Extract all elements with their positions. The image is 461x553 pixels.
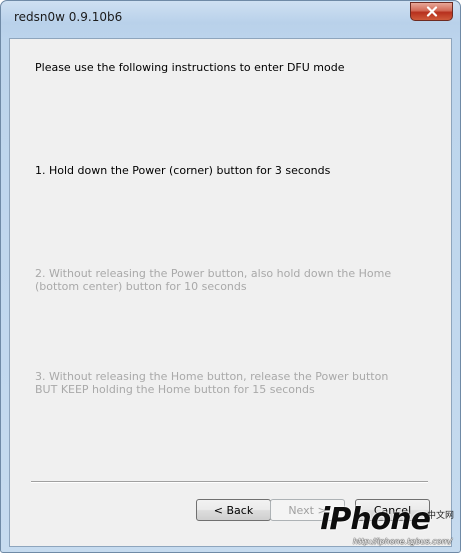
wizard-content-area: Please use the following instructions to… — [9, 38, 452, 547]
close-button[interactable] — [410, 2, 453, 21]
close-icon — [426, 6, 437, 17]
title-bar[interactable]: redsn0w 0.9.10b6 — [1, 1, 460, 39]
watermark-url: http://iphone.tgbus.com/ — [352, 537, 452, 546]
watermark-logo: iPhone — [320, 502, 431, 537]
instructions-heading: Please use the following instructions to… — [35, 61, 345, 74]
step-3: 3. Without releasing the Home button, re… — [35, 370, 388, 396]
step-2: 2. Without releasing the Power button, a… — [35, 267, 391, 293]
dialog-window: redsn0w 0.9.10b6 Please use the followin… — [0, 0, 461, 553]
watermark-cn-text: 中文网 — [426, 511, 454, 521]
step-2-line-1: 2. Without releasing the Power button, a… — [35, 267, 392, 280]
step-3-line-2: BUT KEEP holding the Home button for 15 … — [35, 383, 315, 396]
window-title: redsn0w 0.9.10b6 — [14, 10, 123, 24]
button-divider — [31, 481, 428, 483]
site-watermark: iPhone 中文网 http://iphone.tgbus.com/ — [306, 502, 456, 546]
step-3-line-1: 3. Without releasing the Home button, re… — [35, 370, 389, 383]
step-1-line-1: 1. Hold down the Power (corner) button f… — [35, 164, 331, 177]
step-1: 1. Hold down the Power (corner) button f… — [35, 164, 330, 177]
step-2-line-2: (bottom center) button for 10 seconds — [35, 280, 247, 293]
back-button[interactable]: < Back — [196, 499, 271, 521]
